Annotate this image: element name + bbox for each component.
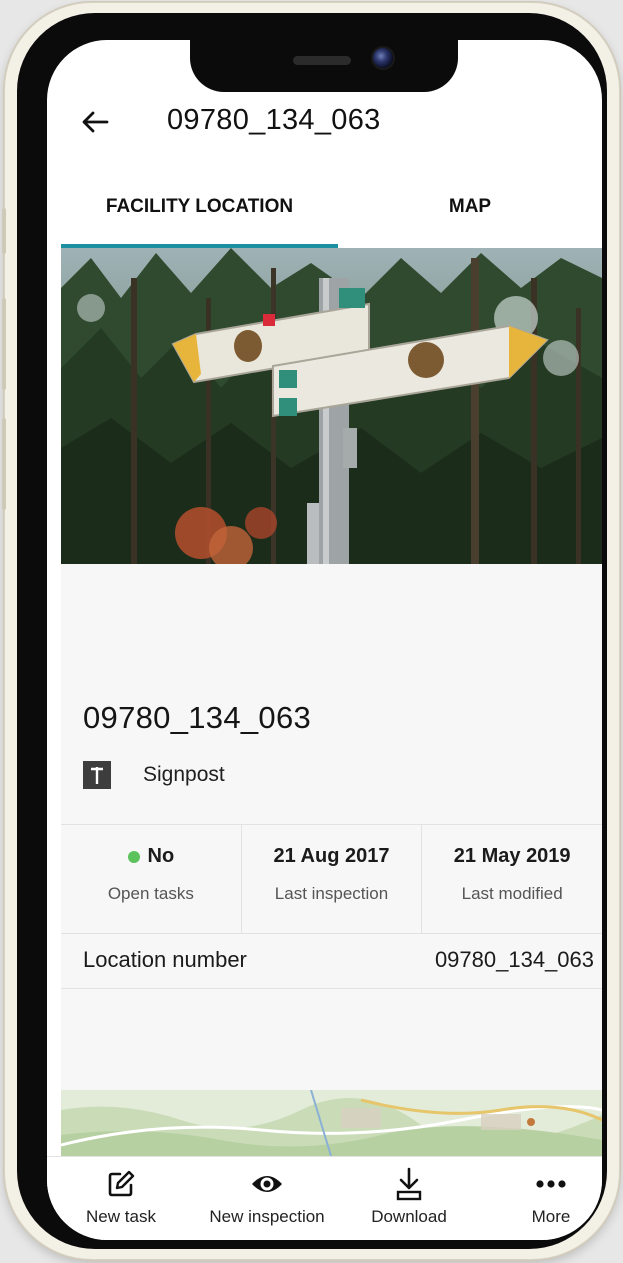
location-number-value: 09780_134_063 bbox=[434, 947, 594, 972]
page-title: 09780_134_063 bbox=[167, 104, 381, 136]
side-button bbox=[2, 208, 6, 254]
more-icon bbox=[534, 1167, 568, 1201]
more-button[interactable]: More bbox=[491, 1157, 602, 1240]
location-number-row: Location number 09780_134_063 bbox=[61, 933, 602, 989]
more-label: More bbox=[531, 1207, 571, 1226]
last-modified-value: 21 May 2019 bbox=[453, 845, 571, 867]
phone-frame: 09780_134_063 FACILITY LOCATION MAP 0978… bbox=[2, 2, 620, 1260]
tab-facility-location[interactable]: FACILITY LOCATION bbox=[61, 178, 338, 244]
open-tasks-label: Open tasks bbox=[107, 884, 194, 903]
back-arrow-icon bbox=[82, 111, 109, 133]
phone-screen: 09780_134_063 FACILITY LOCATION MAP 0978… bbox=[47, 40, 602, 1240]
speaker bbox=[293, 56, 351, 65]
location-number-label: Location number bbox=[83, 947, 247, 972]
download-icon bbox=[392, 1167, 426, 1201]
camera bbox=[373, 48, 393, 68]
new-task-label: New task bbox=[86, 1207, 156, 1226]
facility-type-label: Signpost bbox=[143, 763, 225, 786]
app-header: 09780_134_063 bbox=[47, 94, 602, 150]
new-inspection-label: New inspection bbox=[209, 1207, 325, 1226]
tab-map[interactable]: MAP bbox=[338, 178, 602, 244]
facility-name: 09780_134_063 bbox=[83, 700, 312, 735]
facility-stats: No Open tasks 21 Aug 2017 Last inspectio… bbox=[61, 824, 602, 934]
eye-icon bbox=[250, 1167, 284, 1201]
stat-last-modified: 21 May 2019 Last modified bbox=[421, 825, 602, 933]
edit-icon bbox=[104, 1167, 138, 1201]
download-label: Download bbox=[371, 1207, 447, 1226]
last-inspection-value: 21 Aug 2017 bbox=[273, 845, 390, 867]
side-button bbox=[2, 298, 6, 390]
map-preview[interactable] bbox=[61, 1090, 602, 1156]
status-dot-icon bbox=[127, 850, 140, 863]
facility-type: Signpost bbox=[83, 760, 225, 790]
bottom-action-bar: New task New inspection Download More bbox=[47, 1156, 602, 1240]
side-button bbox=[2, 418, 6, 510]
stat-last-inspection: 21 Aug 2017 Last inspection bbox=[240, 825, 422, 933]
back-button[interactable] bbox=[77, 104, 113, 140]
stat-open-tasks: No Open tasks bbox=[61, 825, 241, 933]
new-task-button[interactable]: New task bbox=[47, 1157, 195, 1240]
last-modified-label: Last modified bbox=[461, 884, 563, 903]
signpost-icon bbox=[83, 761, 111, 789]
open-tasks-value: No bbox=[147, 845, 175, 867]
download-button[interactable]: Download bbox=[341, 1157, 477, 1240]
facility-photo bbox=[61, 248, 602, 564]
new-inspection-button[interactable]: New inspection bbox=[183, 1157, 351, 1240]
notch bbox=[190, 40, 458, 92]
phone-bezel: 09780_134_063 FACILITY LOCATION MAP 0978… bbox=[17, 13, 607, 1249]
tab-bar: FACILITY LOCATION MAP bbox=[61, 178, 602, 248]
last-inspection-label: Last inspection bbox=[274, 884, 389, 903]
